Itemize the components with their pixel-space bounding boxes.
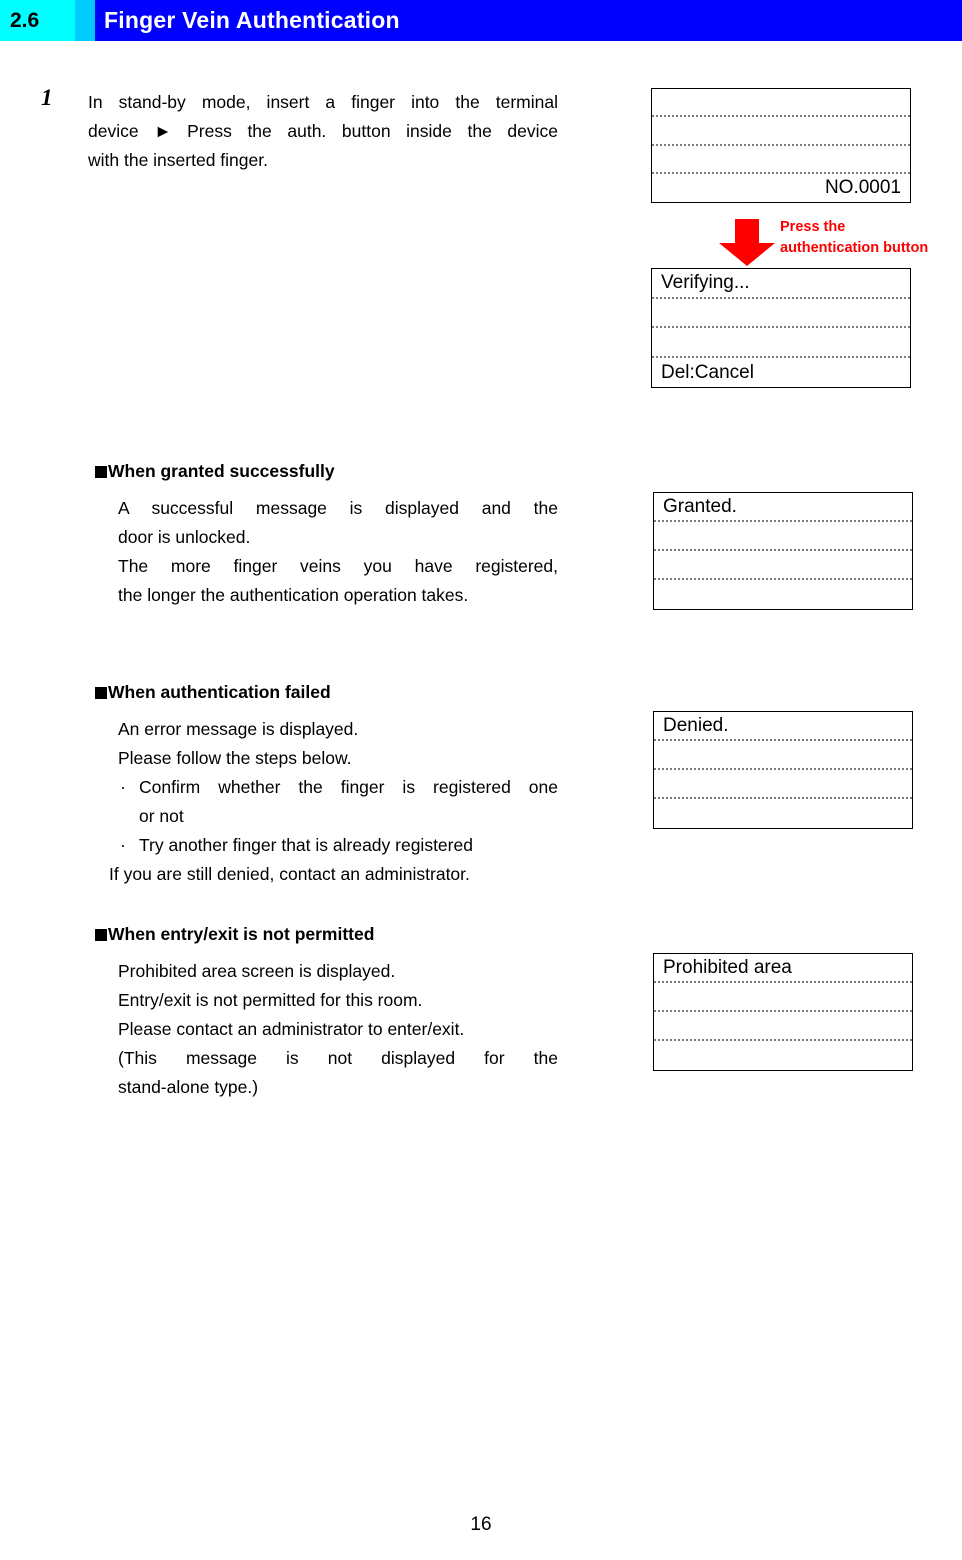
denied-screen-row-3 bbox=[654, 770, 912, 799]
verifying-screen-row-3 bbox=[652, 328, 910, 358]
down-arrow-icon bbox=[718, 219, 776, 267]
prohibited-screen-row-3 bbox=[654, 1012, 912, 1041]
section-heading-failed: When authentication failed bbox=[95, 682, 331, 703]
granted-line-1: A successful message is displayed and th… bbox=[118, 498, 558, 518]
failed-bullet-1: · Confirm whether the finger is register… bbox=[118, 773, 558, 831]
step-number: 1 bbox=[41, 85, 53, 110]
failed-line-3: If you are still denied, contact an admi… bbox=[109, 864, 470, 884]
black-square-bullet-icon bbox=[95, 466, 107, 478]
granted-screen-row-3 bbox=[654, 551, 912, 580]
not-permitted-line-5: stand-alone type.) bbox=[118, 1077, 259, 1097]
denied-screen: Denied. bbox=[653, 711, 913, 829]
failed-line-2: Please follow the steps below. bbox=[118, 748, 352, 768]
section-number: 2.6 bbox=[10, 9, 40, 32]
callout-line-2: authentication button bbox=[780, 240, 929, 256]
section-heading-granted-label: When granted successfully bbox=[108, 461, 335, 481]
page-number: 16 bbox=[470, 1514, 492, 1535]
black-square-bullet-icon bbox=[95, 687, 107, 699]
granted-line-3: The more finger veins you have registere… bbox=[118, 556, 558, 576]
verifying-screen: Verifying... Del:Cancel bbox=[651, 268, 911, 388]
step-instruction-text: In stand-by mode, insert a finger into t… bbox=[88, 88, 558, 175]
failed-bullet-1-line-2: or not bbox=[139, 806, 184, 826]
granted-screen-row-4 bbox=[654, 580, 912, 609]
granted-line-2: door is unlocked. bbox=[118, 527, 251, 547]
standby-screen-row-2 bbox=[652, 117, 910, 146]
prohibited-area-screen: Prohibited area bbox=[653, 953, 913, 1071]
callout-line-1: Press the bbox=[780, 219, 846, 235]
press-auth-button-callout: Press the authentication button bbox=[780, 217, 928, 259]
bullet-dot-icon: · bbox=[120, 835, 126, 855]
failed-bullet-2-label: Try another finger that is already regis… bbox=[139, 835, 473, 855]
prohibited-screen-row-4 bbox=[654, 1041, 912, 1070]
denied-screen-row-1: Denied. bbox=[654, 712, 912, 741]
not-permitted-line-1: Prohibited area screen is displayed. bbox=[118, 961, 396, 981]
page-title: Finger Vein Authentication bbox=[104, 7, 400, 33]
not-permitted-line-3: Please contact an administrator to enter… bbox=[118, 1019, 465, 1039]
page-header-bar: 2.6 Finger Vein Authentication bbox=[0, 0, 962, 41]
failed-line-1: An error message is displayed. bbox=[118, 719, 359, 739]
denied-screen-row-4 bbox=[654, 799, 912, 828]
bullet-dot-icon: · bbox=[120, 777, 126, 797]
verifying-screen-row-4: Del:Cancel bbox=[661, 361, 754, 383]
section-body-not-permitted: Prohibited area screen is displayed. Ent… bbox=[118, 957, 558, 1102]
granted-screen-row-1: Granted. bbox=[654, 493, 912, 522]
verifying-screen-row-1: Verifying... bbox=[652, 269, 910, 299]
failed-bullet-1-line-1: Confirm whether the finger is registered… bbox=[139, 777, 558, 797]
prohibited-screen-row-2 bbox=[654, 983, 912, 1012]
section-body-failed: An error message is displayed. Please fo… bbox=[109, 715, 558, 889]
section-heading-not-permitted-label: When entry/exit is not permitted bbox=[108, 924, 375, 944]
step-line-1: In stand-by mode, insert a finger into t… bbox=[88, 92, 558, 112]
denied-screen-row-2 bbox=[654, 741, 912, 770]
not-permitted-line-4: (This message is not displayed for the bbox=[118, 1048, 558, 1068]
not-permitted-line-2: Entry/exit is not permitted for this roo… bbox=[118, 990, 423, 1010]
granted-screen-row-2 bbox=[654, 522, 912, 551]
standby-screen-row-3 bbox=[652, 146, 910, 174]
black-square-bullet-icon bbox=[95, 929, 107, 941]
step-line-3: with the inserted finger. bbox=[88, 150, 268, 170]
header-cyan-strip bbox=[75, 0, 95, 41]
granted-screen: Granted. bbox=[653, 492, 913, 610]
section-heading-failed-label: When authentication failed bbox=[108, 682, 331, 702]
section-heading-not-permitted: When entry/exit is not permitted bbox=[95, 924, 374, 945]
step-line-2: device ► Press the auth. button inside t… bbox=[88, 121, 558, 141]
failed-bullet-2: · Try another finger that is already reg… bbox=[118, 831, 558, 860]
prohibited-screen-row-1: Prohibited area bbox=[654, 954, 912, 983]
standby-screen: NO.0001 bbox=[651, 88, 911, 203]
standby-screen-row-4: NO.0001 bbox=[824, 177, 901, 199]
granted-line-4: the longer the authentication operation … bbox=[118, 585, 469, 605]
section-body-granted: A successful message is displayed and th… bbox=[118, 494, 558, 610]
section-heading-granted: When granted successfully bbox=[95, 461, 335, 482]
verifying-screen-row-2 bbox=[652, 299, 910, 328]
standby-screen-row-1 bbox=[652, 89, 910, 118]
